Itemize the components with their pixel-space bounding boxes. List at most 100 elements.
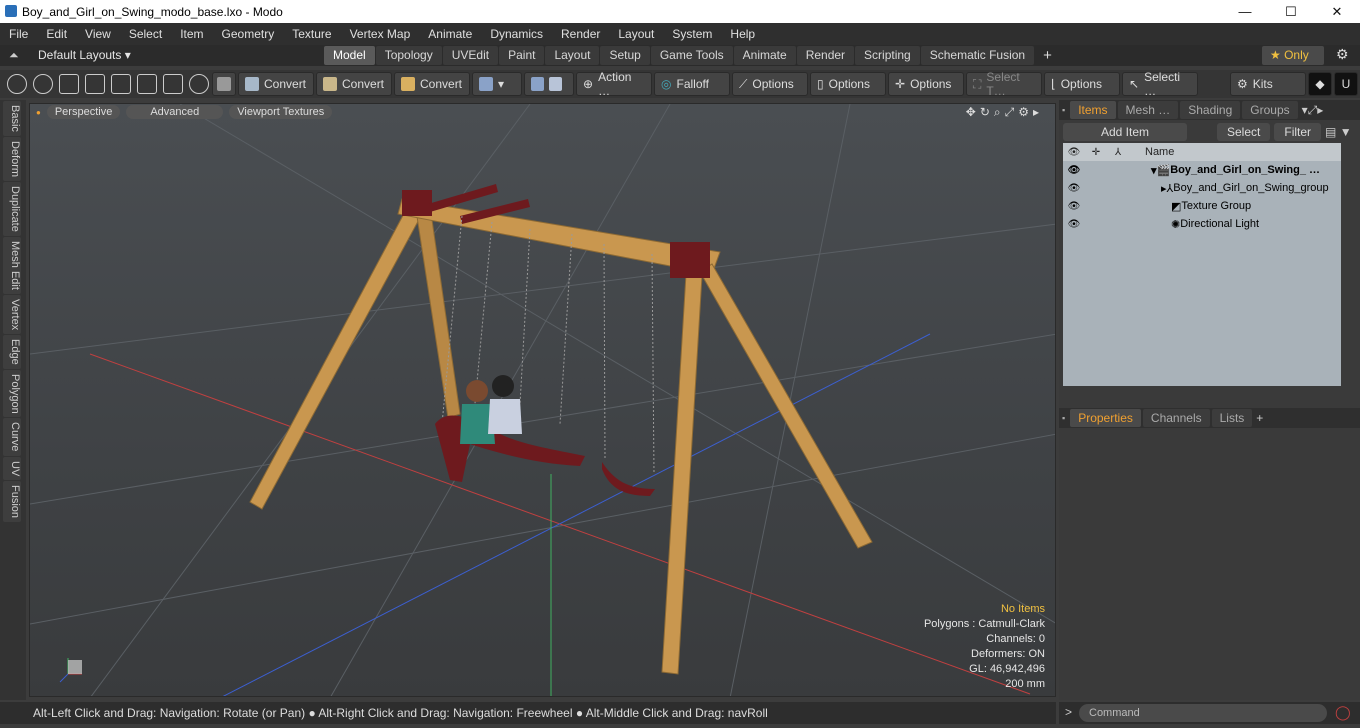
tab-paint[interactable]: Paint: [499, 46, 545, 65]
menu-file[interactable]: File: [0, 27, 37, 41]
menu-layout[interactable]: Layout: [609, 27, 663, 41]
filter-icon[interactable]: ▤ ▼: [1325, 125, 1352, 139]
tab-render[interactable]: Render: [796, 46, 855, 65]
tab-setup[interactable]: Setup: [600, 46, 650, 65]
tab-scripting[interactable]: Scripting: [855, 46, 920, 65]
action-center-button[interactable]: ⊕ Action …: [576, 70, 652, 98]
tab-layout[interactable]: Layout: [545, 46, 600, 65]
tab-vertex[interactable]: Vertex: [3, 294, 21, 334]
cube-icon[interactable]: [212, 72, 236, 96]
eye-icon[interactable]: 👁: [1063, 183, 1085, 194]
brush-icon[interactable]: [85, 74, 105, 94]
menu-select[interactable]: Select: [120, 27, 171, 41]
close-button[interactable]: ✕: [1314, 0, 1360, 23]
tab-deform[interactable]: Deform: [3, 136, 21, 181]
command-input[interactable]: Command: [1079, 704, 1327, 722]
menu-geometry[interactable]: Geometry: [213, 27, 284, 41]
add-panel-tab-button[interactable]: +: [1256, 411, 1263, 425]
tab-model[interactable]: Model: [324, 46, 375, 65]
filter-button[interactable]: Filter: [1274, 123, 1322, 141]
viewport-textures-button[interactable]: Viewport Textures: [229, 105, 333, 119]
snap-icons[interactable]: [524, 72, 574, 96]
tab-topology[interactable]: Topology: [375, 46, 442, 65]
record-icon[interactable]: ◯: [1335, 704, 1351, 721]
panel-menu-icon[interactable]: ▾⤢▸: [1302, 103, 1324, 118]
perspective-button[interactable]: Perspective: [46, 105, 121, 119]
menu-render[interactable]: Render: [552, 27, 609, 41]
panel-grip-icon[interactable]: ▪: [1059, 413, 1068, 423]
vertex-mode-icon[interactable]: [7, 74, 27, 94]
menu-edit[interactable]: Edit: [37, 27, 76, 41]
menu-help[interactable]: Help: [721, 27, 764, 41]
tab-curve[interactable]: Curve: [3, 418, 21, 456]
eye-icon[interactable]: 👁: [1063, 219, 1085, 230]
tab-lists[interactable]: Lists: [1211, 409, 1253, 427]
tab-items[interactable]: Items: [1070, 101, 1116, 119]
add-tab-button[interactable]: +: [1035, 46, 1060, 65]
items-tree[interactable]: 👁 ✛ ⅄ Name 👁 ▾ 🎬 Boy_and_Girl_on_Swing_ …: [1063, 143, 1341, 386]
tab-animate[interactable]: Animate: [733, 46, 796, 65]
kits-button[interactable]: ⚙ Kits: [1230, 72, 1306, 96]
tab-uvedit[interactable]: UVEdit: [442, 46, 499, 65]
tab-properties[interactable]: Properties: [1070, 409, 1141, 427]
unity-icon[interactable]: ◆: [1308, 72, 1332, 96]
collapse-arrow-icon[interactable]: ⏶: [9, 48, 19, 63]
tree-row[interactable]: 👁 ◩ Texture Group: [1063, 197, 1341, 215]
tree-row[interactable]: 👁 ▸ ⅄ Boy_and_Girl_on_Swing_group: [1063, 179, 1341, 197]
tab-mesh-edit[interactable]: Mesh Edit: [3, 236, 21, 294]
tab-mesh[interactable]: Mesh …: [1117, 101, 1179, 119]
tree-row[interactable]: 👁 ▾ 🎬 Boy_and_Girl_on_Swing_ …: [1063, 161, 1341, 179]
add-item-dropdown[interactable]: Add Item: [1063, 123, 1187, 141]
viewport-nav-icons[interactable]: ✥↻⌕⤢⚙▸: [966, 105, 1043, 120]
selection-button[interactable]: ↖ Selecti …: [1122, 70, 1198, 98]
tab-schematic-fusion[interactable]: Schematic Fusion: [920, 46, 1035, 65]
convert-button-2[interactable]: Convert: [316, 72, 392, 96]
box-dropdown[interactable]: ▾: [472, 72, 522, 96]
panel-grip-icon[interactable]: ▪: [1059, 105, 1068, 115]
menu-texture[interactable]: Texture: [283, 27, 340, 41]
tab-polygon[interactable]: Polygon: [3, 369, 21, 418]
minimize-button[interactable]: —: [1222, 0, 1268, 23]
item-mode-icon[interactable]: [163, 74, 183, 94]
tab-channels[interactable]: Channels: [1142, 409, 1210, 427]
unreal-icon[interactable]: U: [1334, 72, 1358, 96]
tab-groups[interactable]: Groups: [1242, 101, 1298, 119]
tab-uv[interactable]: UV: [3, 456, 21, 481]
default-layouts-dropdown[interactable]: Default Layouts ▾: [38, 48, 131, 62]
pen-icon[interactable]: [59, 74, 79, 94]
maximize-button[interactable]: ☐: [1268, 0, 1314, 23]
edge-mode-icon[interactable]: [111, 74, 131, 94]
menu-dynamics[interactable]: Dynamics: [481, 27, 552, 41]
tab-edge[interactable]: Edge: [3, 334, 21, 369]
menu-system[interactable]: System: [663, 27, 721, 41]
options-button-1[interactable]: ⟋ Options: [732, 72, 808, 96]
tab-shading[interactable]: Shading: [1180, 101, 1241, 119]
only-toggle[interactable]: ★ Only: [1262, 46, 1324, 65]
material-mode-icon[interactable]: [189, 74, 209, 94]
options-button-3[interactable]: ✛ Options: [888, 72, 964, 96]
convert-button-3[interactable]: Convert: [394, 72, 470, 96]
falloff-button[interactable]: ◎ Falloff: [654, 72, 730, 96]
globe-icon[interactable]: [33, 74, 53, 94]
menu-vertex-map[interactable]: Vertex Map: [341, 27, 420, 41]
polygon-mode-icon[interactable]: [137, 74, 157, 94]
eye-icon[interactable]: 👁: [1063, 201, 1085, 212]
convert-button-1[interactable]: Convert: [238, 72, 314, 96]
tree-row[interactable]: 👁 ✺ Directional Light: [1063, 215, 1341, 233]
tab-duplicate[interactable]: Duplicate: [3, 181, 21, 236]
viewport-3d[interactable]: ● Perspective Advanced Viewport Textures…: [29, 103, 1056, 697]
select-through-button[interactable]: ⛶ Select T…: [966, 70, 1042, 98]
tab-game-tools[interactable]: Game Tools: [650, 46, 733, 65]
tab-fusion[interactable]: Fusion: [3, 481, 21, 523]
options-button-2[interactable]: ▯ Options: [810, 72, 886, 96]
tab-basic[interactable]: Basic: [3, 101, 21, 136]
gear-icon[interactable]: ⚙: [1336, 46, 1349, 63]
options-button-4[interactable]: ⌊ Options: [1044, 72, 1120, 96]
eye-icon[interactable]: 👁: [1063, 165, 1085, 176]
menu-view[interactable]: View: [76, 27, 120, 41]
menu-item[interactable]: Item: [171, 27, 212, 41]
menu-animate[interactable]: Animate: [419, 27, 481, 41]
advanced-button[interactable]: Advanced: [126, 105, 224, 119]
scene-drawing: [30, 104, 1055, 696]
select-button[interactable]: Select: [1217, 123, 1271, 141]
